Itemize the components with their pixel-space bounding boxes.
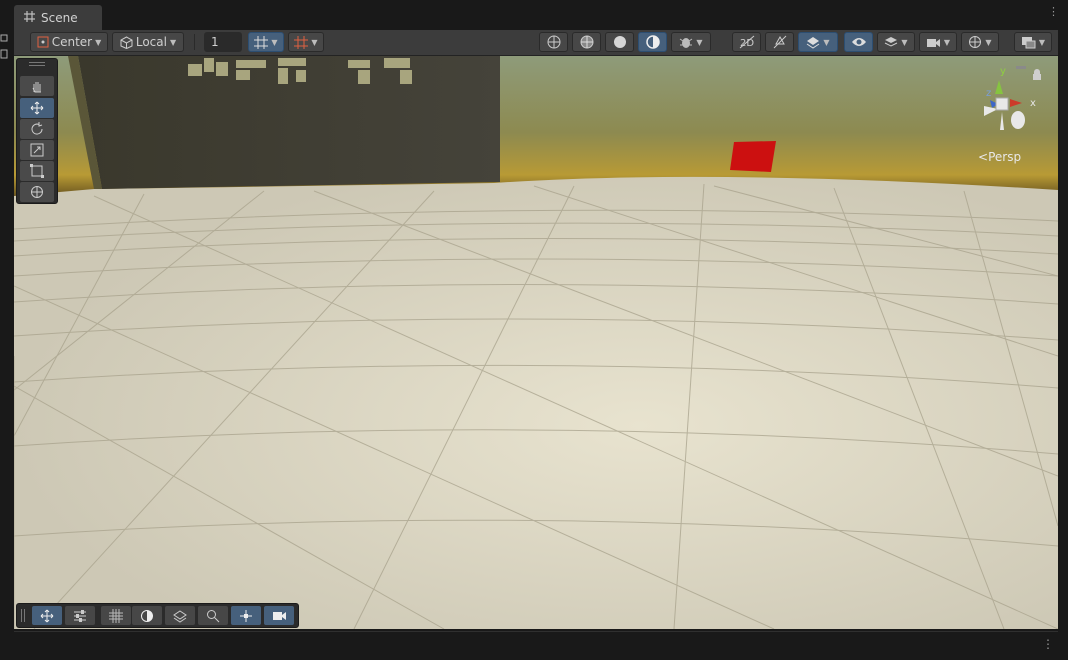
chevron-down-icon: ▼ bbox=[95, 37, 102, 47]
chevron-down-icon: ▼ bbox=[169, 37, 177, 47]
lock-icon bbox=[1034, 69, 1040, 74]
gizmo-lock-bar bbox=[1016, 66, 1026, 69]
visibility-eye-icon bbox=[851, 36, 867, 48]
pivot-center-icon bbox=[37, 36, 49, 48]
kebab-menu-icon[interactable]: ⋮ bbox=[1042, 637, 1054, 651]
tab-title: Scene bbox=[41, 10, 78, 25]
pivot-dropdown[interactable]: Center ▼ bbox=[30, 32, 108, 52]
draw-mode-shaded[interactable] bbox=[605, 32, 634, 52]
lighting-mode-icon bbox=[645, 35, 660, 49]
local-cube-icon bbox=[120, 35, 133, 49]
chevron-down-icon: ▼ bbox=[985, 37, 992, 47]
camera-icon bbox=[926, 37, 941, 48]
camera-preview-icon[interactable] bbox=[264, 606, 294, 625]
draw-mode-wireframe[interactable] bbox=[539, 32, 568, 52]
kebab-menu-icon[interactable]: ⋮ bbox=[1048, 6, 1059, 17]
layers-dropdown[interactable]: ▼ bbox=[877, 32, 915, 52]
gizmo-axis-y: y bbox=[1000, 66, 1006, 77]
tab-strip bbox=[0, 0, 1068, 30]
chevron-left-icon: < bbox=[978, 150, 989, 164]
gizmos-icon bbox=[968, 35, 982, 49]
rect-icon[interactable] bbox=[20, 161, 54, 181]
hand-icon[interactable] bbox=[20, 76, 54, 96]
drag-handle[interactable] bbox=[29, 62, 45, 66]
gizmo-axis-x: x bbox=[1030, 98, 1036, 109]
wireframe-sphere-icon bbox=[547, 35, 561, 49]
settings-sliders-icon[interactable] bbox=[65, 606, 95, 625]
grid-icon bbox=[24, 10, 35, 25]
overlays-toolbar bbox=[16, 603, 299, 628]
scene-visibility-button[interactable] bbox=[844, 32, 873, 52]
grid-icon[interactable] bbox=[101, 606, 131, 625]
chevron-down-icon: ▼ bbox=[943, 37, 951, 47]
chevron-down-icon: ▼ bbox=[823, 37, 830, 47]
grid-snap-value: 1 bbox=[211, 35, 219, 49]
svg-text:2D: 2D bbox=[740, 38, 754, 49]
lighting-toggle-button[interactable] bbox=[765, 32, 794, 52]
effects-icon[interactable] bbox=[165, 606, 195, 625]
scale-icon[interactable] bbox=[20, 140, 54, 160]
shaded-sphere-icon bbox=[613, 35, 627, 49]
2d-toggle-icon: 2D bbox=[739, 35, 755, 49]
grid-snap-icon bbox=[254, 35, 269, 49]
space-dropdown[interactable]: Local ▼ bbox=[112, 32, 184, 52]
draw-mode-shaded-wireframe[interactable] bbox=[572, 32, 601, 52]
render-mode-dropdown[interactable]: ▼ bbox=[1014, 32, 1052, 52]
scene-viewport[interactable] bbox=[14, 56, 1058, 629]
draw-mode-lighting[interactable] bbox=[638, 32, 667, 52]
toolbar-divider bbox=[194, 34, 195, 50]
layers-icon bbox=[884, 35, 898, 49]
projection-label: Persp bbox=[988, 150, 1022, 164]
scene-toolbar: Center ▼ Local ▼ 1 ▼ ▼ ▼ 2D ▼ ▼ ▼ ▼ ▼ bbox=[14, 30, 1058, 56]
gizmo-axis-z: z bbox=[986, 88, 991, 99]
rotate-icon[interactable] bbox=[20, 119, 54, 139]
tools-overlay bbox=[16, 58, 58, 204]
increment-snap-button[interactable]: ▼ bbox=[288, 32, 324, 52]
chevron-down-icon: ▼ bbox=[271, 37, 278, 47]
shaded-wireframe-icon bbox=[580, 35, 594, 49]
toggle-2d-button[interactable]: 2D bbox=[732, 32, 761, 52]
tab-scene[interactable]: Scene bbox=[14, 5, 102, 30]
lighting-toggle-icon bbox=[773, 35, 787, 49]
camera-dropdown[interactable]: ▼ bbox=[919, 32, 957, 52]
search-icon[interactable] bbox=[198, 606, 228, 625]
effects-icon bbox=[806, 35, 820, 49]
projection-toggle[interactable]: <Persp bbox=[978, 150, 1021, 164]
status-bar bbox=[14, 631, 1058, 656]
increment-snap-icon bbox=[294, 35, 309, 49]
pivot-label: Center bbox=[51, 35, 93, 49]
scene-render bbox=[14, 56, 1058, 629]
drag-handle[interactable] bbox=[21, 609, 25, 622]
render-mode-icon bbox=[1021, 36, 1036, 49]
edge-icons bbox=[0, 34, 10, 67]
debug-draw-dropdown[interactable]: ▼ bbox=[671, 32, 711, 52]
grid-snap-button[interactable]: ▼ bbox=[248, 32, 284, 52]
gizmos-dropdown[interactable]: ▼ bbox=[961, 32, 999, 52]
space-label: Local bbox=[135, 35, 167, 49]
transform-gizmo-icon[interactable] bbox=[231, 606, 261, 625]
debug-bug-icon bbox=[679, 35, 693, 49]
chevron-down-icon: ▼ bbox=[1038, 37, 1046, 47]
transform-icon[interactable] bbox=[20, 182, 54, 202]
effects-dropdown[interactable]: ▼ bbox=[798, 32, 838, 52]
chevron-down-icon: ▼ bbox=[901, 37, 908, 47]
grid-snap-input[interactable]: 1 bbox=[204, 32, 242, 52]
move-icon[interactable] bbox=[20, 98, 54, 118]
move-tool-icon[interactable] bbox=[32, 606, 62, 625]
chevron-down-icon: ▼ bbox=[696, 37, 703, 47]
lighting-icon[interactable] bbox=[132, 606, 162, 625]
chevron-down-icon: ▼ bbox=[311, 37, 318, 47]
red-object bbox=[730, 141, 776, 172]
